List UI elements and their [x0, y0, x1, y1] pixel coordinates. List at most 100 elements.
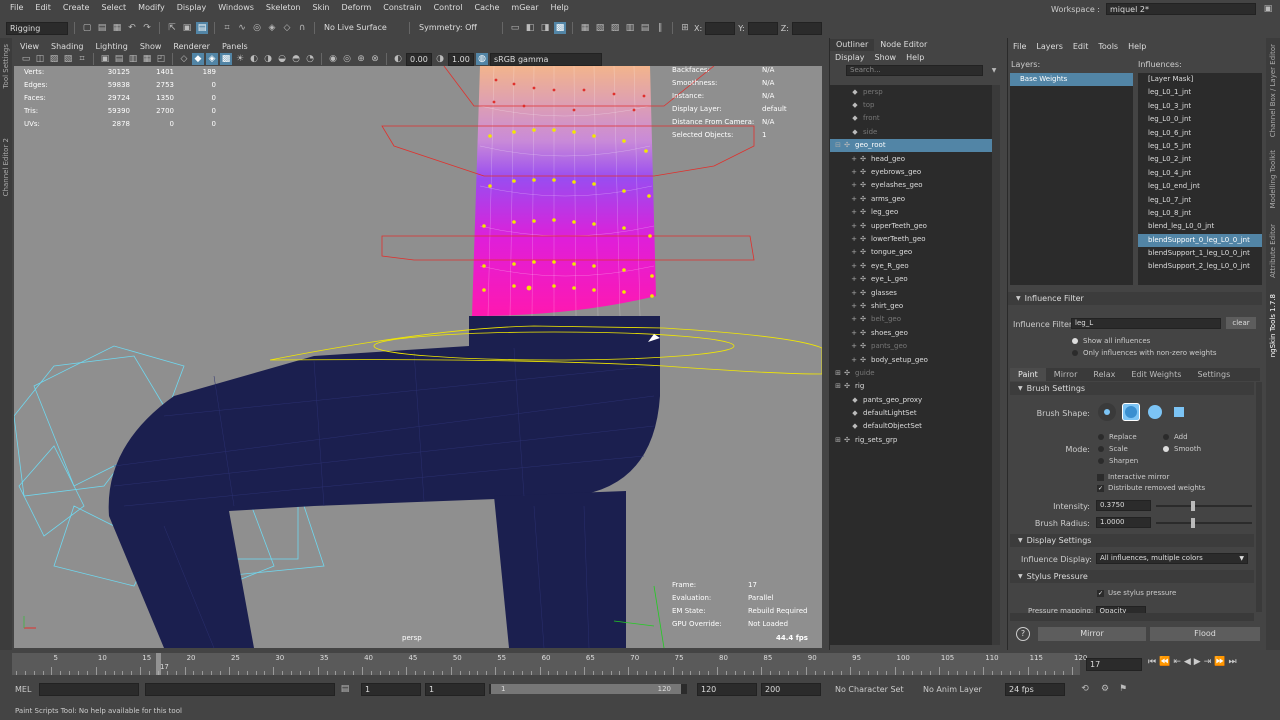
save-scene-icon[interactable]: ▦	[111, 22, 123, 34]
motion-blur-icon[interactable]: ◒	[276, 53, 288, 65]
menu-select[interactable]: Select	[95, 3, 132, 12]
tab-mirror[interactable]: Mirror	[1046, 368, 1086, 381]
workspace-dropdown[interactable]: miquel 2*	[1106, 3, 1256, 15]
time-slider[interactable]: 5 10 15 17 20 25 30 35 40 45 50 55 60 65 70 75 80 85 90 95 1…	[12, 653, 1087, 675]
expand-toggle-icon[interactable]: +	[850, 235, 858, 243]
y-field[interactable]	[747, 21, 778, 35]
outliner-item-head-geo[interactable]: + ✣ head_geo	[830, 152, 992, 165]
influence-filter-header[interactable]: ▼ Influence Filter	[1008, 292, 1262, 305]
menu-windows[interactable]: Windows	[212, 3, 260, 12]
outliner-item-belt-geo[interactable]: + ✣ belt_geo	[830, 313, 992, 326]
step-forward-icon[interactable]: ⏩	[1214, 657, 1225, 667]
pause-icon[interactable]: ∥	[654, 22, 666, 34]
textured-icon[interactable]: ▩	[220, 53, 232, 65]
brush-soft-icon[interactable]	[1122, 403, 1140, 421]
outliner-search-input[interactable]: Search...	[846, 65, 983, 76]
viewport-menu-show[interactable]: Show	[134, 42, 168, 51]
film-gate-icon[interactable]: ▣	[99, 53, 111, 65]
expand-toggle-icon[interactable]: +	[850, 315, 858, 323]
safe-action-icon[interactable]: ◰	[155, 53, 167, 65]
tab-paint[interactable]: Paint	[1010, 368, 1046, 381]
outliner-item-upperTeeth-geo[interactable]: + ✣ upperTeeth_geo	[830, 219, 992, 232]
outliner-item-geo-root[interactable]: ⊟ ✣ geo_root	[830, 138, 992, 152]
camera-attrs-icon[interactable]: ◫	[34, 53, 46, 65]
resolution-gate-icon[interactable]: ▤	[113, 53, 125, 65]
expand-toggle-icon[interactable]: +	[850, 222, 858, 230]
select-hierarchy-icon[interactable]: ⇱	[166, 22, 178, 34]
command-line-input[interactable]	[39, 682, 139, 696]
expand-toggle-icon[interactable]: +	[850, 275, 858, 283]
outliner-scrollbar[interactable]	[992, 85, 1000, 645]
influence-item[interactable]: leg_L0_end_jnt	[1138, 180, 1262, 193]
script-editor-icon[interactable]: ▤	[339, 683, 351, 695]
colorspace-dropdown[interactable]: sRGB gamma	[490, 52, 602, 66]
xray-active-icon[interactable]: ⊗	[369, 53, 381, 65]
modelling-toolkit-tab[interactable]: Modelling Toolkit	[1269, 150, 1277, 208]
expand-toggle-icon[interactable]: +	[850, 262, 858, 270]
layer-item[interactable]: Base Weights	[1010, 73, 1133, 87]
menu-control[interactable]: Control	[428, 3, 469, 12]
influence-item[interactable]: leg_L0_5_jnt	[1138, 140, 1262, 153]
anim-layer-dropdown[interactable]: No Anim Layer	[923, 685, 1005, 694]
xray-joints-icon[interactable]: ⊕	[355, 53, 367, 65]
expand-toggle-icon[interactable]: +	[850, 356, 858, 364]
image-plane-icon[interactable]: ▧	[62, 53, 74, 65]
outliner-item-shirt-geo[interactable]: + ✣ shirt_geo	[830, 299, 992, 312]
influence-item[interactable]: leg_L0_1_jnt	[1138, 86, 1262, 99]
ipr-icon[interactable]: ◨	[539, 22, 551, 34]
smooth-shade-icon[interactable]: ◆	[192, 53, 204, 65]
tab-edit-weights[interactable]: Edit Weights	[1123, 368, 1189, 381]
mode-replace-radio[interactable]: Replace	[1098, 433, 1137, 441]
help-icon[interactable]: ?	[1016, 627, 1030, 641]
outliner-item-eye-R-geo[interactable]: + ✣ eye_R_geo	[830, 259, 992, 272]
snap-view-icon[interactable]: ◈	[266, 22, 278, 34]
paint-scrollbar-h[interactable]	[1010, 613, 1254, 621]
color-management-icon[interactable]: ◍	[476, 53, 488, 65]
tool-settings-tab[interactable]: Tool Settings	[2, 44, 10, 89]
outliner-item-arms-geo[interactable]: + ✣ arms_geo	[830, 192, 992, 205]
skin-menu-help[interactable]: Help	[1123, 42, 1151, 51]
mode-add-radio[interactable]: Add	[1163, 433, 1188, 441]
menu-display[interactable]: Display	[171, 3, 213, 12]
uv-editor-icon[interactable]: ▧	[594, 22, 606, 34]
expand-toggle-icon[interactable]: ⊞	[834, 369, 842, 377]
menu-constrain[interactable]: Constrain	[377, 3, 427, 12]
toggle-panel-icon[interactable]: ▥	[624, 22, 636, 34]
select-component-icon[interactable]: ▤	[196, 22, 208, 34]
x-field[interactable]	[705, 21, 736, 35]
viewport-menu-lighting[interactable]: Lighting	[89, 42, 133, 51]
magnet-icon[interactable]: ∩	[296, 22, 308, 34]
mode-sharpen-radio[interactable]: Sharpen	[1098, 457, 1138, 465]
snap-surface-icon[interactable]: ◇	[281, 22, 293, 34]
menu-help[interactable]: Help	[545, 3, 575, 12]
outliner-item-rig-sets-grp[interactable]: ⊞ ✣ rig_sets_grp	[830, 433, 992, 446]
range-start-field[interactable]: 1	[361, 682, 421, 696]
select-object-icon[interactable]: ▣	[181, 22, 193, 34]
outliner-item-tongue-geo[interactable]: + ✣ tongue_geo	[830, 246, 992, 259]
brush-settings-header[interactable]: ▼ Brush Settings	[1010, 382, 1254, 395]
playback-start-field[interactable]: 1	[425, 682, 485, 696]
depth-of-field-icon[interactable]: ◔	[304, 53, 316, 65]
3d-viewport[interactable]: Verts: 30125 1401 189 Edges: 59838 2753 0 Faces:…	[14, 66, 822, 648]
influence-item[interactable]: blendSupport_0_leg_L0_0_jnt	[1138, 233, 1262, 248]
wireframe-on-shaded-icon[interactable]: ◈	[206, 53, 218, 65]
auto-key-icon[interactable]: ⚙	[1099, 683, 1111, 695]
tab-settings[interactable]: Settings	[1189, 368, 1238, 381]
influence-item[interactable]: blendSupport_1_leg_L0_0_jnt	[1138, 247, 1262, 260]
outliner-item-guide[interactable]: ⊞ ✣ guide	[830, 366, 992, 379]
menu-skeleton[interactable]: Skeleton	[260, 3, 307, 12]
outliner-item-eyelashes-geo[interactable]: + ✣ eyelashes_geo	[830, 179, 992, 192]
expand-toggle-icon[interactable]: +	[850, 289, 858, 297]
flood-button[interactable]: Flood	[1150, 627, 1260, 641]
intensity-field[interactable]: 0.3750	[1096, 500, 1151, 511]
expand-toggle-icon[interactable]: +	[850, 195, 858, 203]
gamma-icon[interactable]: ◑	[434, 53, 446, 65]
xray-icon[interactable]: ◎	[341, 53, 353, 65]
viewport-menu-shading[interactable]: Shading	[45, 42, 90, 51]
outliner-item-leg-geo[interactable]: + ✣ leg_geo	[830, 206, 992, 219]
expand-toggle-icon[interactable]: +	[850, 155, 858, 163]
influence-item[interactable]: leg_L0_0_jnt	[1138, 113, 1262, 126]
live-surface-dropdown[interactable]: No Live Surface	[321, 21, 403, 35]
channel-box-tab[interactable]: Channel Box / Layer Editor	[1269, 44, 1277, 137]
expand-toggle-icon[interactable]: +	[850, 248, 858, 256]
